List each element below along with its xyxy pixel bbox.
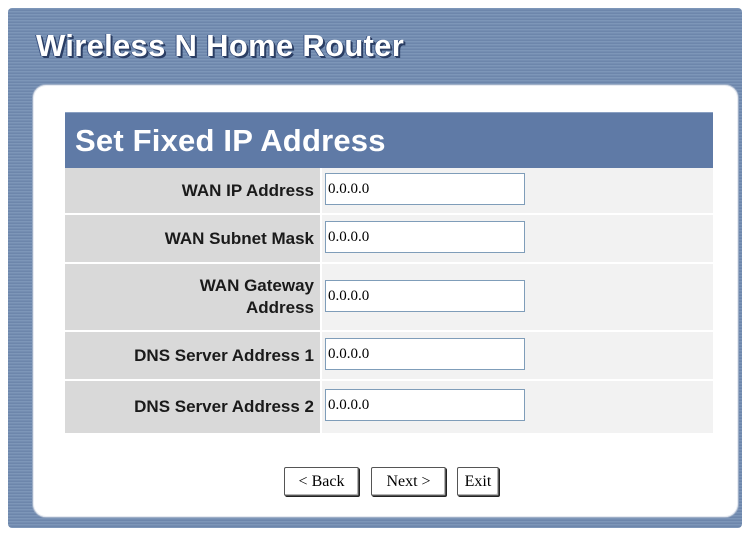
exit-button[interactable]: Exit <box>457 467 499 496</box>
wan-gateway-label-line1: WAN Gateway <box>199 276 314 295</box>
row-dns1: DNS Server Address 1 <box>65 332 713 381</box>
back-button[interactable]: < Back <box>284 467 359 496</box>
section-title: Set Fixed IP Address <box>75 123 386 158</box>
wizard-panel: Set Fixed IP Address WAN IP Address WAN … <box>32 84 739 518</box>
row-wan-ip: WAN IP Address <box>65 168 713 215</box>
wan-gateway-label: WAN Gateway Address <box>65 264 320 330</box>
row-wan-subnet: WAN Subnet Mask <box>65 215 713 264</box>
wan-ip-label: WAN IP Address <box>65 168 320 213</box>
router-window: Wireless N Home Router Set Fixed IP Addr… <box>8 8 742 528</box>
wizard-buttons: < Back Next > Exit <box>33 467 738 499</box>
fixed-ip-form: WAN IP Address WAN Subnet Mask WAN Gatew… <box>65 168 713 435</box>
dns2-input[interactable] <box>325 389 525 421</box>
app-title: Wireless N Home Router <box>36 28 405 63</box>
wan-ip-input[interactable] <box>325 173 525 205</box>
wan-subnet-label: WAN Subnet Mask <box>65 215 320 262</box>
wan-gateway-label-line2: Address <box>245 298 314 317</box>
section-header: Set Fixed IP Address <box>65 112 713 169</box>
next-button[interactable]: Next > <box>371 467 446 496</box>
row-dns2: DNS Server Address 2 <box>65 381 713 435</box>
dns1-input[interactable] <box>325 338 525 370</box>
wan-subnet-input[interactable] <box>325 221 525 253</box>
dns1-label: DNS Server Address 1 <box>65 332 320 379</box>
dns2-label: DNS Server Address 2 <box>65 381 320 433</box>
wan-gateway-input[interactable] <box>325 280 525 312</box>
row-wan-gateway: WAN Gateway Address <box>65 264 713 332</box>
